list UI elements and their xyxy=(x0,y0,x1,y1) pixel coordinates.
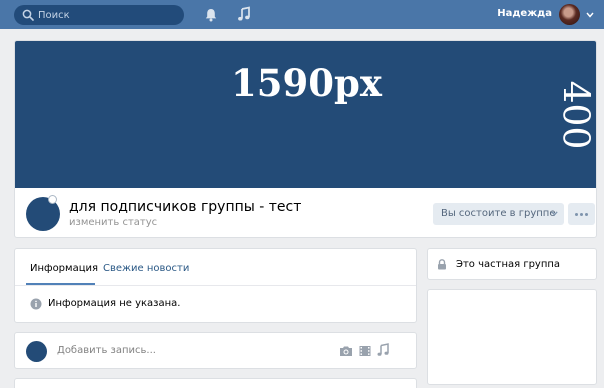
info-empty-text: Информация не указана. xyxy=(48,298,181,309)
cover-height-label: 400 xyxy=(554,80,596,150)
video-icon[interactable] xyxy=(358,344,372,358)
user-name[interactable]: Надежда xyxy=(497,8,552,19)
tab-news[interactable]: Свежие новости xyxy=(103,263,189,274)
active-tab-indicator xyxy=(26,283,95,285)
tab-info[interactable]: Информация xyxy=(30,263,98,274)
online-indicator xyxy=(48,195,57,204)
side-card xyxy=(427,289,597,385)
group-title: для подписчиков группы - тест xyxy=(69,199,302,215)
private-group-label: Это частная группа xyxy=(456,259,561,270)
membership-button[interactable]: Вы состоите в группе xyxy=(433,203,564,225)
post-input[interactable]: Добавить запись... xyxy=(57,345,156,356)
dot xyxy=(585,213,588,216)
wall-card xyxy=(14,378,417,388)
search-box[interactable] xyxy=(14,5,184,25)
edit-status-link[interactable]: изменить статус xyxy=(69,217,157,228)
search-icon xyxy=(22,9,34,21)
info-tabs: Информация Свежие новости xyxy=(15,249,416,286)
private-group-card: Это частная группа xyxy=(427,248,597,280)
search-input[interactable] xyxy=(38,7,178,23)
more-actions-button[interactable] xyxy=(568,203,595,225)
chevron-down-icon[interactable] xyxy=(586,12,594,18)
post-composer: Добавить запись... xyxy=(14,332,417,369)
info-card: Информация Свежие новости Информация не … xyxy=(14,248,417,323)
top-bar: Надежда xyxy=(0,0,604,29)
membership-button-label: Вы состоите в группе xyxy=(441,208,556,219)
composer-avatar xyxy=(26,341,47,362)
audio-icon[interactable] xyxy=(376,343,390,357)
camera-icon[interactable] xyxy=(339,344,353,358)
dot xyxy=(575,213,578,216)
chevron-down-icon xyxy=(551,211,558,216)
cover-image: 1590px 400 xyxy=(15,41,596,188)
user-avatar[interactable] xyxy=(559,4,580,25)
group-header-card: 1590px 400 для подписчиков группы - тест… xyxy=(14,40,597,238)
lock-icon xyxy=(438,259,446,270)
info-icon xyxy=(30,298,42,310)
bell-icon[interactable] xyxy=(203,7,219,23)
cover-width-label: 1590px xyxy=(231,61,382,105)
dot xyxy=(580,213,583,216)
music-note-icon[interactable] xyxy=(236,6,252,22)
